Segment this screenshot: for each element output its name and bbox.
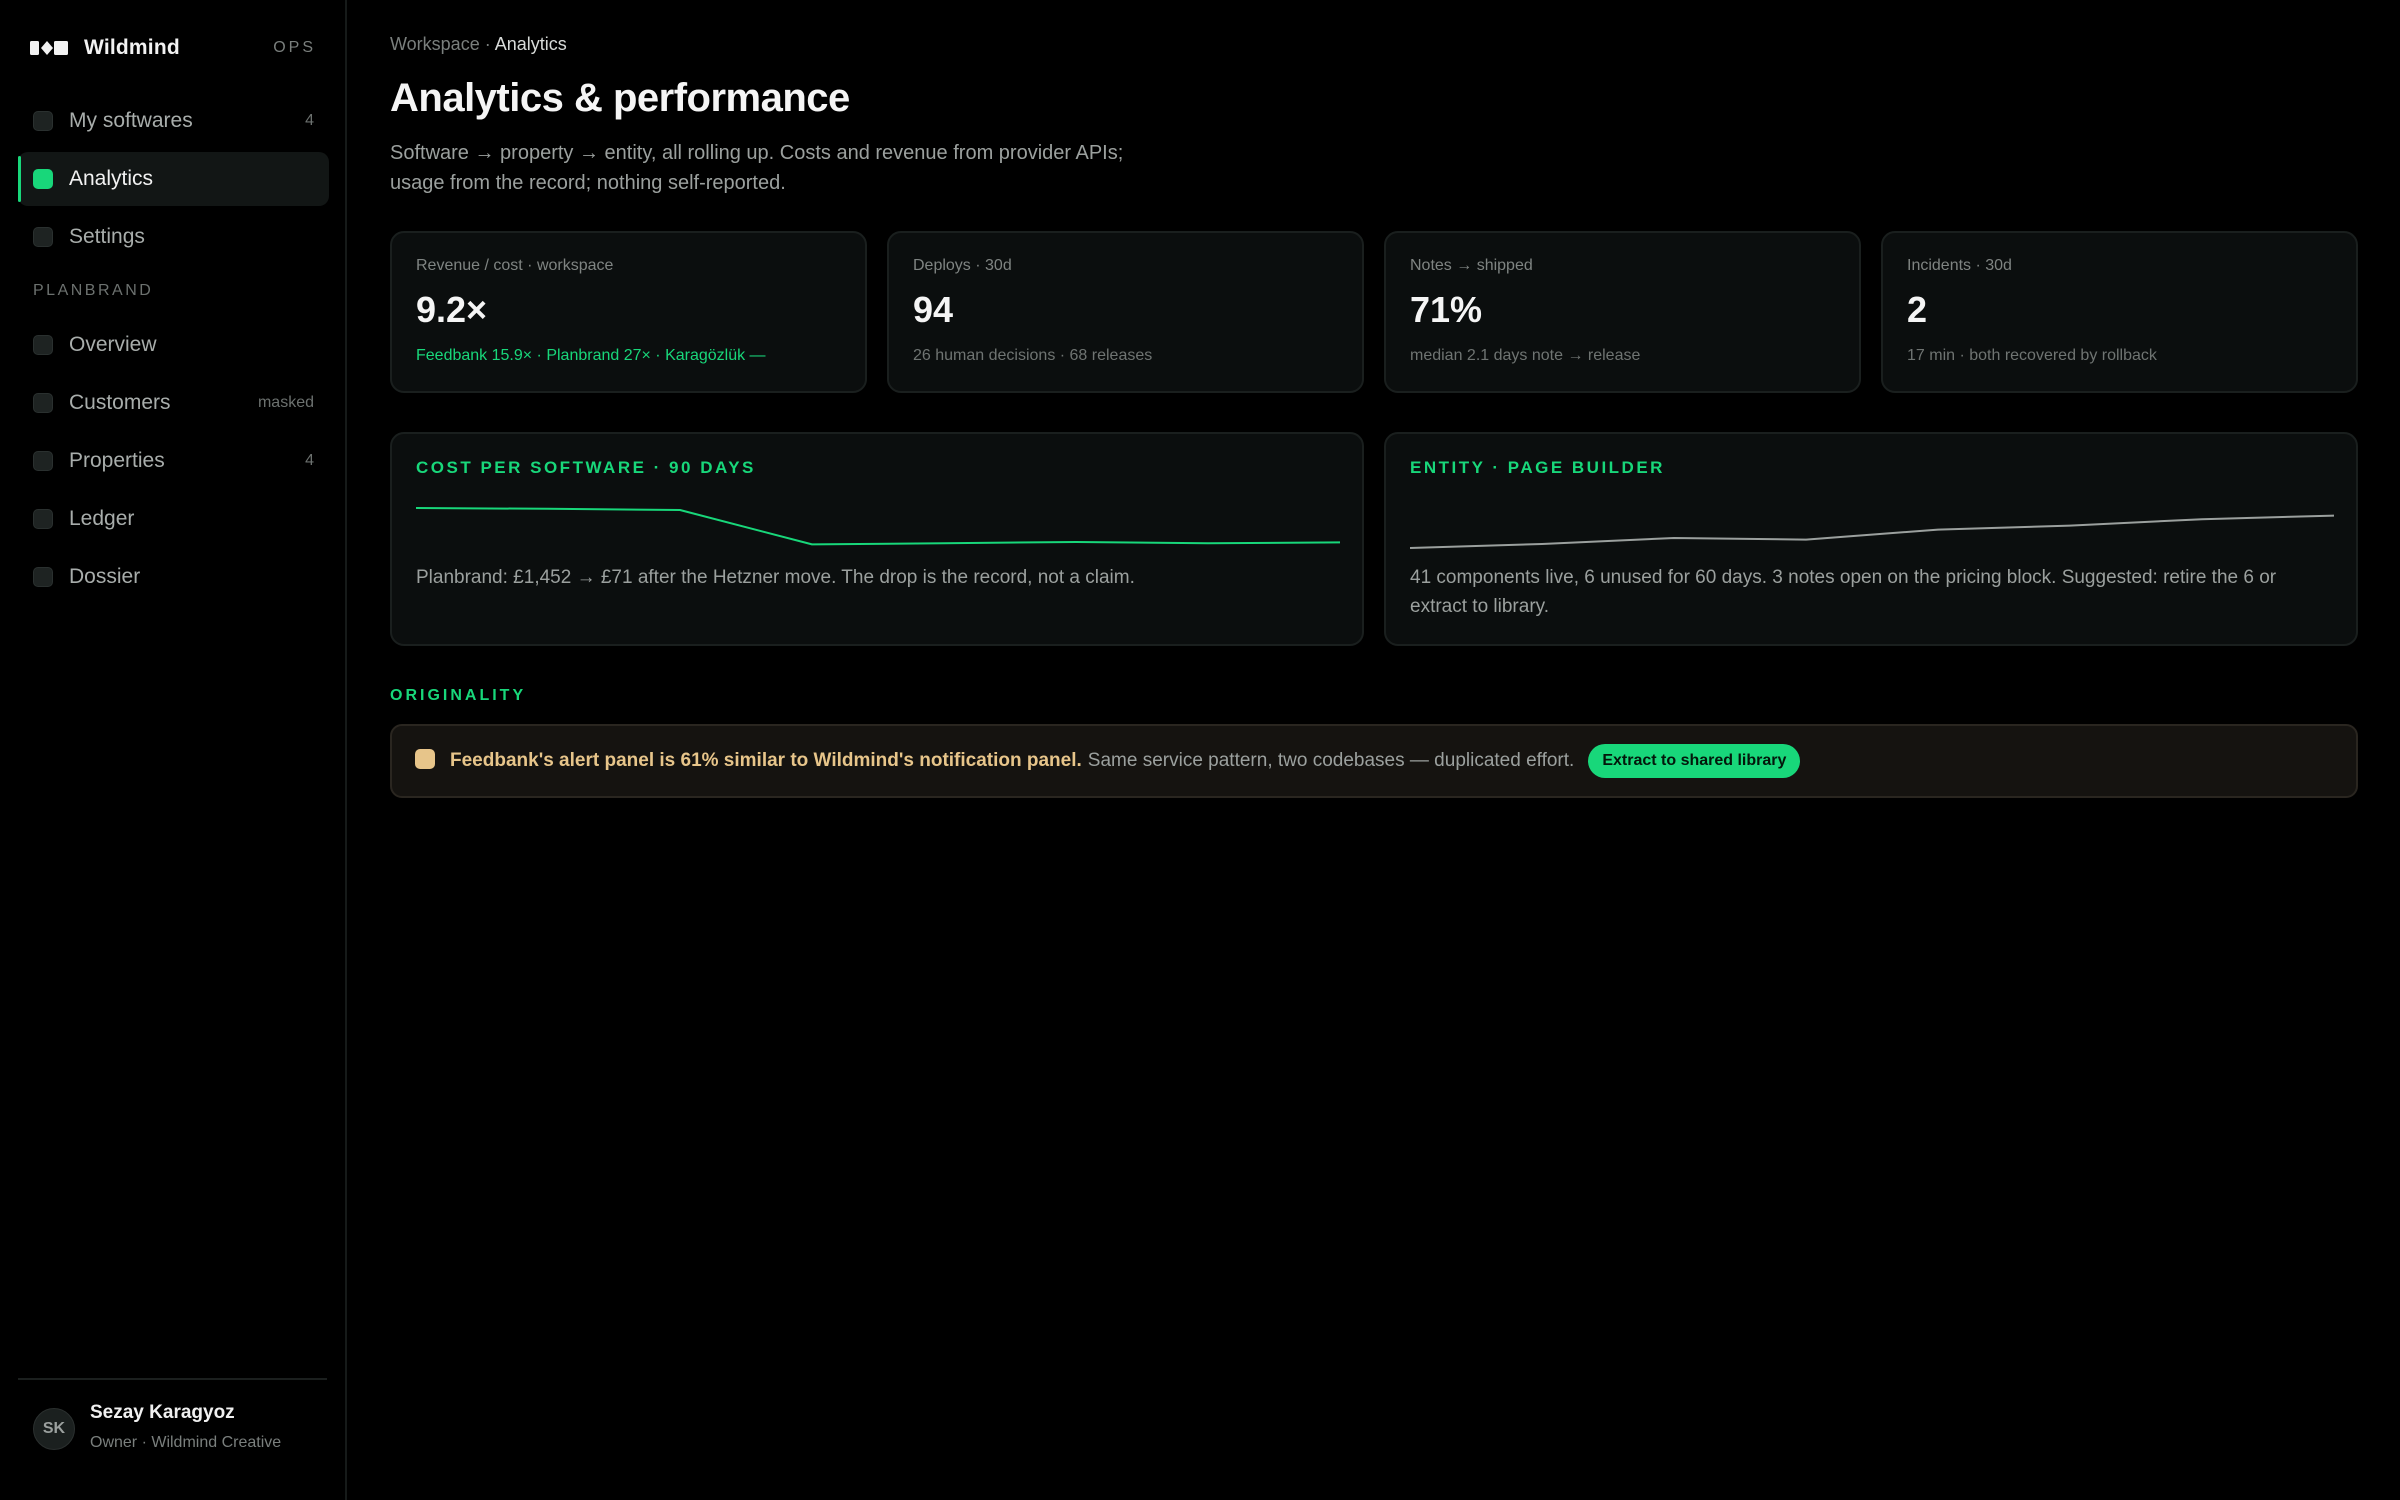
sidebar-item-label: Ledger — [69, 507, 135, 530]
alert-detail: Same service pattern, two codebases — du… — [1087, 750, 1575, 771]
panel-title: ENTITY · PAGE BUILDER — [1410, 458, 1665, 477]
stat-label: Notes → shipped — [1410, 257, 1533, 274]
stat-note: 26 human decisions · 68 releases — [913, 347, 1153, 364]
sidebar-item-label: My softwares — [69, 109, 193, 132]
user-name: Sezay Karagyoz — [90, 1402, 235, 1423]
panel-text: 41 components live, 6 unused for 60 days… — [1410, 567, 2277, 617]
avatar: SK — [33, 1408, 75, 1450]
breadcrumb: Workspace · Analytics — [390, 34, 567, 55]
cost-per-software-panel: COST PER SOFTWARE · 90 DAYS Planbrand: £… — [390, 432, 1364, 646]
stat-card-revenue-cost: Revenue / cost · workspace 9.2× Feedbank… — [390, 231, 867, 393]
warning-icon — [415, 749, 435, 769]
sidebar-nav: My softwares 4 Analytics Settings PLANBR… — [18, 94, 329, 608]
wildmind-logo-icon — [30, 39, 69, 57]
sidebar-item-my-softwares[interactable]: My softwares 4 — [18, 94, 329, 148]
sidebar-section-title: PLANBRAND — [33, 282, 154, 299]
sidebar-item-customers[interactable]: Customers masked — [18, 376, 329, 430]
stat-card-deploys: Deploys · 30d 94 26 human decisions · 68… — [887, 231, 1364, 393]
alert-headline: Feedbank's alert panel is 61% similar to… — [450, 750, 1082, 771]
stat-value: 2 — [1907, 289, 1928, 330]
page-description: Software → property → entity, all rollin… — [390, 142, 1124, 194]
panel-title: COST PER SOFTWARE · 90 DAYS — [416, 458, 756, 477]
sidebar-item-ledger[interactable]: Ledger — [18, 492, 329, 546]
sidebar-item-settings[interactable]: Settings — [18, 210, 329, 264]
stat-note: Feedbank 15.9× · Planbrand 27× · Karagöz… — [416, 347, 766, 364]
settings-icon — [33, 227, 53, 247]
sidebar-item-overview[interactable]: Overview — [18, 318, 329, 372]
dossier-icon — [33, 567, 53, 587]
series-line — [1410, 514, 2334, 549]
cost-line-chart — [416, 507, 1340, 546]
panel-text: Planbrand: £1,452 → £71 after the Hetzne… — [416, 567, 1135, 588]
extract-to-library-button[interactable]: Extract to shared library — [1588, 744, 1801, 778]
series-line — [416, 507, 1340, 546]
properties-icon — [33, 451, 53, 471]
user-profile[interactable]: SK Sezay Karagyoz Owner · Wildmind Creat… — [18, 1378, 327, 1500]
sidebar-item-label: Dossier — [69, 565, 141, 588]
originality-alert: Feedbank's alert panel is 61% similar to… — [390, 724, 2358, 798]
stat-card-notes-shipped: Notes → shipped 71% median 2.1 days note… — [1384, 231, 1861, 393]
stat-value: 94 — [913, 289, 954, 330]
stat-value: 71% — [1410, 289, 1483, 330]
breadcrumb-current: Analytics — [494, 34, 567, 54]
sidebar-item-properties[interactable]: Properties 4 — [18, 434, 329, 488]
customers-icon — [33, 393, 53, 413]
brand-name: Wildmind — [84, 36, 180, 59]
sidebar-item-dossier[interactable]: Dossier — [18, 550, 329, 604]
sidebar-item-analytics[interactable]: Analytics — [18, 152, 329, 206]
brand[interactable]: Wildmind OPS — [30, 36, 316, 60]
stat-value: 9.2× — [416, 289, 488, 330]
stat-label: Revenue / cost · workspace — [416, 257, 614, 274]
ledger-icon — [33, 509, 53, 529]
breadcrumb-separator: · — [479, 34, 495, 54]
sidebar-item-badge: masked — [257, 394, 314, 411]
analytics-icon — [33, 169, 53, 189]
sidebar-item-label: Analytics — [69, 167, 154, 190]
breadcrumb-parent[interactable]: Workspace — [390, 34, 480, 54]
stat-label: Deploys · 30d — [913, 257, 1012, 274]
stat-note: median 2.1 days note → release — [1410, 347, 1641, 364]
workspace-tag: OPS — [273, 39, 316, 56]
sidebar-item-label: Overview — [69, 333, 157, 356]
page-title: Analytics & performance — [390, 76, 850, 120]
stat-card-incidents: Incidents · 30d 2 17 min · both recovere… — [1881, 231, 2358, 393]
entity-page-builder-panel: ENTITY · PAGE BUILDER 41 components live… — [1384, 432, 2358, 646]
originality-section-title: ORIGINALITY — [390, 687, 527, 704]
sidebar-item-label: Customers — [69, 391, 171, 414]
stat-note: 17 min · both recovered by rollback — [1907, 347, 2157, 364]
stat-label: Incidents · 30d — [1907, 257, 2012, 274]
my-softwares-icon — [33, 111, 53, 131]
user-role: Owner · Wildmind Creative — [90, 1434, 282, 1451]
sidebar-item-label: Settings — [69, 225, 145, 248]
sidebar-item-count: 4 — [305, 452, 314, 469]
sidebar: Wildmind OPS My softwares 4 Analytics Se… — [0, 0, 347, 1500]
entity-line-chart — [1410, 514, 2334, 549]
sidebar-item-label: Properties — [69, 449, 165, 472]
overview-icon — [33, 335, 53, 355]
sidebar-item-count: 4 — [305, 112, 314, 129]
